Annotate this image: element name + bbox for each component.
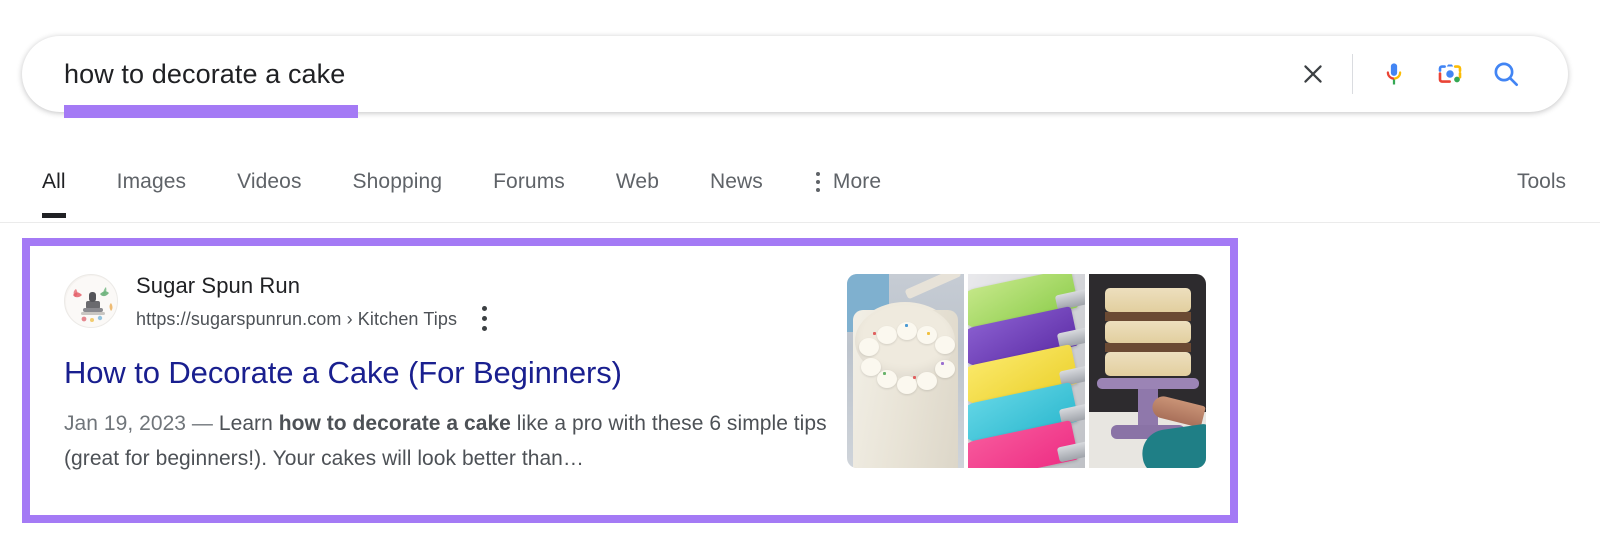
clear-icon[interactable] (1285, 46, 1341, 102)
tab-images[interactable]: Images (117, 150, 186, 218)
google-search-results-page: All Images Videos Shopping Forums Web Ne… (0, 0, 1600, 543)
result-site-info: Sugar Spun Run https://sugarspunrun.com … (118, 272, 490, 334)
snippet-text-before: Learn (218, 412, 279, 435)
search-navigation-tabs: All Images Videos Shopping Forums Web Ne… (0, 150, 1600, 223)
site-favicon-icon (64, 274, 118, 328)
search-input[interactable] (22, 58, 1285, 90)
result-snippet: Jan 19, 2023 — Learn how to decorate a c… (64, 406, 832, 476)
thumbnail-layer-cake-stand[interactable] (1089, 274, 1206, 468)
nav-bottom-divider (0, 222, 1600, 223)
thumbnail-piping-bags[interactable] (968, 274, 1085, 468)
tab-news[interactable]: News (710, 150, 763, 218)
site-name: Sugar Spun Run (136, 273, 301, 298)
search-bar-divider (1352, 54, 1353, 94)
search-bar[interactable] (22, 36, 1568, 112)
tab-web[interactable]: Web (616, 150, 659, 218)
tab-all[interactable]: All (42, 150, 66, 218)
highlighted-search-result: Sugar Spun Run https://sugarspunrun.com … (22, 238, 1238, 523)
snippet-bold-keyword: how to decorate a cake (278, 412, 511, 435)
result-options-icon[interactable] (479, 303, 490, 334)
result-url: https://sugarspunrun.com › Kitchen Tips (136, 308, 458, 329)
thumbnail-frosted-cake[interactable] (847, 274, 964, 468)
more-filters-button[interactable]: More (814, 150, 881, 218)
tab-videos[interactable]: Videos (237, 150, 301, 218)
snippet-date: Jan 19, 2023 — (64, 412, 219, 435)
query-highlight-underline (64, 105, 358, 118)
result-title-link[interactable]: How to Decorate a Cake (For Beginners) (64, 354, 844, 392)
tab-list: All Images Videos Shopping Forums Web Ne… (0, 150, 932, 218)
google-lens-icon[interactable] (1422, 46, 1478, 102)
search-icon[interactable] (1478, 46, 1534, 102)
microphone-icon[interactable] (1366, 46, 1422, 102)
search-result-item: Sugar Spun Run https://sugarspunrun.com … (30, 246, 1230, 515)
search-bar-actions (1285, 46, 1568, 102)
tools-button[interactable]: Tools (1517, 150, 1566, 218)
kebab-menu-icon (815, 172, 820, 192)
result-thumbnail-strip (847, 274, 1206, 468)
tab-shopping[interactable]: Shopping (353, 150, 443, 218)
tab-forums[interactable]: Forums (493, 150, 565, 218)
result-url-row: https://sugarspunrun.com › Kitchen Tips (136, 303, 490, 334)
more-filters-label: More (832, 170, 882, 193)
